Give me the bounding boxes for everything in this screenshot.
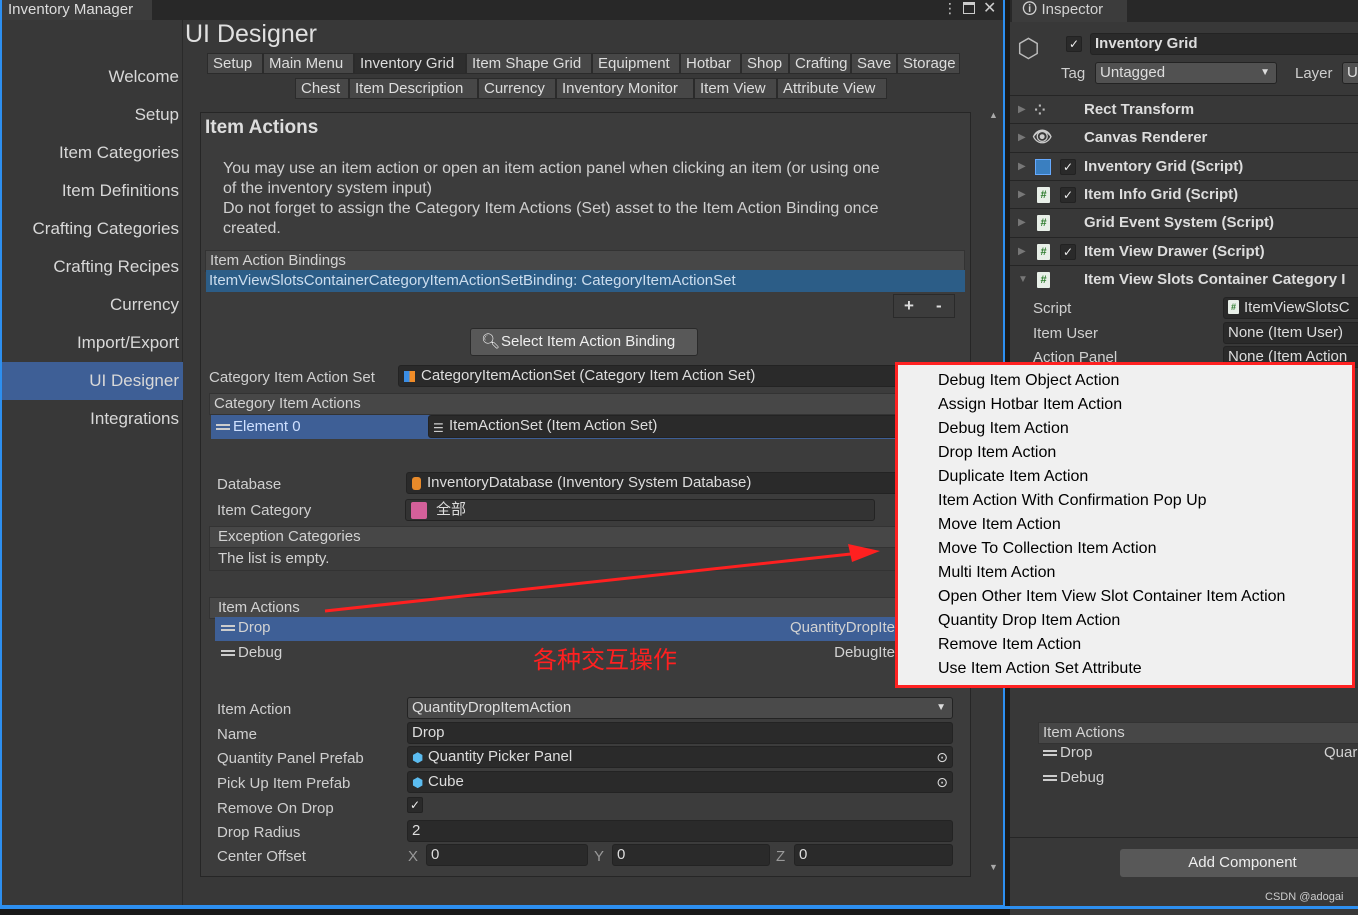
menu-item[interactable]: Duplicate Item Action xyxy=(938,468,1088,486)
menu-item[interactable]: Open Other Item View Slot Container Item… xyxy=(938,588,1285,606)
component-name: Item View Slots Container Category I xyxy=(1084,270,1346,288)
annotation-text: 各种交互操作 xyxy=(533,647,677,674)
tag-label: Tag xyxy=(1061,65,1086,82)
component-header[interactable]: ▶ ⁘ Rect Transform xyxy=(1010,95,1358,123)
script-icon: # xyxy=(1037,186,1050,203)
drag-handle-icon[interactable] xyxy=(1043,775,1057,782)
component-enabled-checkbox[interactable]: ✓ xyxy=(1060,243,1076,260)
menu-item[interactable]: Remove Item Action xyxy=(938,636,1081,654)
active-checkbox[interactable]: ✓ xyxy=(1066,36,1082,52)
menu-item[interactable]: Item Action With Confirmation Pop Up xyxy=(938,492,1207,510)
collapsed-icon[interactable]: ▶ xyxy=(1018,96,1026,124)
collapsed-icon[interactable]: ▶ xyxy=(1018,181,1026,209)
tab-label: Inspector xyxy=(1041,1,1104,18)
grid-icon xyxy=(1035,158,1051,175)
component-name: Rect Transform xyxy=(1084,101,1195,118)
item-user-label: Item User xyxy=(1033,325,1099,342)
selection-border xyxy=(0,906,1358,909)
component-header[interactable]: ▶ # Grid Event System (Script) xyxy=(1010,208,1358,236)
component-header[interactable]: ▶ 👁︎ Canvas Renderer xyxy=(1010,123,1358,151)
gameobject-icon: ⬡ xyxy=(1017,33,1040,63)
inspector-tab[interactable]: 🛈 Inspector xyxy=(1012,0,1127,22)
rect-transform-icon: ⁘ xyxy=(1034,102,1046,118)
menu-item[interactable]: Move To Collection Item Action xyxy=(938,540,1156,558)
drag-handle-icon[interactable] xyxy=(1043,750,1057,757)
script-icon: # xyxy=(1228,300,1239,314)
collapsed-icon[interactable]: ▶ xyxy=(1018,124,1026,152)
layer-dropdown[interactable]: U xyxy=(1342,62,1358,84)
item-action-dropdown-menu: Debug Item Object Action Assign Hotbar It… xyxy=(895,362,1355,688)
component-name: Canvas Renderer xyxy=(1084,129,1208,147)
menu-item[interactable]: Multi Item Action xyxy=(938,564,1055,582)
component-name: Inventory Grid (Script) xyxy=(1084,157,1244,175)
object-name-field[interactable]: Inventory Grid xyxy=(1090,33,1358,55)
expanded-icon[interactable]: ▼ xyxy=(1018,266,1028,294)
script-field[interactable]: # ItemViewSlotsC xyxy=(1223,297,1358,319)
component-header[interactable]: ▶ ✓ Inventory Grid (Script) xyxy=(1010,151,1358,181)
action-name: Debug xyxy=(1060,769,1105,786)
divider xyxy=(1010,837,1358,838)
menu-item[interactable]: Debug Item Action xyxy=(938,420,1069,438)
menu-item[interactable]: Debug Item Object Action xyxy=(938,372,1119,390)
inspector-actions-header: Item Actions xyxy=(1038,722,1358,744)
dropdown-value: Untagged xyxy=(1100,64,1166,81)
menu-item[interactable]: Move Item Action xyxy=(938,516,1061,534)
component-name: Item View Drawer (Script) xyxy=(1084,242,1265,260)
component-enabled-checkbox[interactable]: ✓ xyxy=(1060,186,1076,203)
menu-item[interactable]: Drop Item Action xyxy=(938,444,1056,462)
menu-item[interactable]: Assign Hotbar Item Action xyxy=(938,396,1122,414)
watermark: CSDN @adogai xyxy=(1265,891,1344,903)
menu-item[interactable]: Quantity Drop Item Action xyxy=(938,612,1120,630)
component-header[interactable]: ▼ # Item View Slots Container Category I xyxy=(1010,264,1358,294)
action-name: Drop xyxy=(1060,744,1093,761)
item-user-field[interactable]: None (Item User) xyxy=(1223,322,1358,344)
script-icon: # xyxy=(1037,215,1050,232)
inspector-action-drop[interactable]: Drop xyxy=(1043,744,1093,761)
collapsed-icon[interactable]: ▶ xyxy=(1018,153,1026,181)
collapsed-icon[interactable]: ▶ xyxy=(1018,209,1026,237)
component-name: Grid Event System (Script) xyxy=(1084,214,1275,232)
script-icon: # xyxy=(1037,243,1050,260)
add-component-button[interactable]: Add Component xyxy=(1120,849,1358,877)
script-icon: # xyxy=(1037,271,1050,288)
component-header[interactable]: ▶ # ✓ Item View Drawer (Script) xyxy=(1010,236,1358,266)
menu-item[interactable]: Use Item Action Set Attribute xyxy=(938,660,1142,678)
component-header[interactable]: ▶ # ✓ Item Info Grid (Script) xyxy=(1010,179,1358,209)
eye-icon: 👁︎ xyxy=(1032,129,1053,147)
collapsed-icon[interactable]: ▶ xyxy=(1018,238,1026,266)
component-name: Item Info Grid (Script) xyxy=(1084,185,1239,203)
inspector-action-debug[interactable]: Debug xyxy=(1043,769,1104,786)
script-label: Script xyxy=(1033,300,1072,317)
chevron-down-icon: ▼ xyxy=(1260,67,1270,78)
inspector-action-type: Quar xyxy=(1324,744,1358,761)
component-enabled-checkbox[interactable]: ✓ xyxy=(1060,158,1076,175)
info-icon: 🛈 xyxy=(1022,1,1042,18)
layer-label: Layer xyxy=(1295,65,1333,82)
tag-dropdown[interactable]: Untagged ▼ xyxy=(1095,62,1277,84)
field-value: ItemViewSlotsC xyxy=(1244,299,1350,316)
